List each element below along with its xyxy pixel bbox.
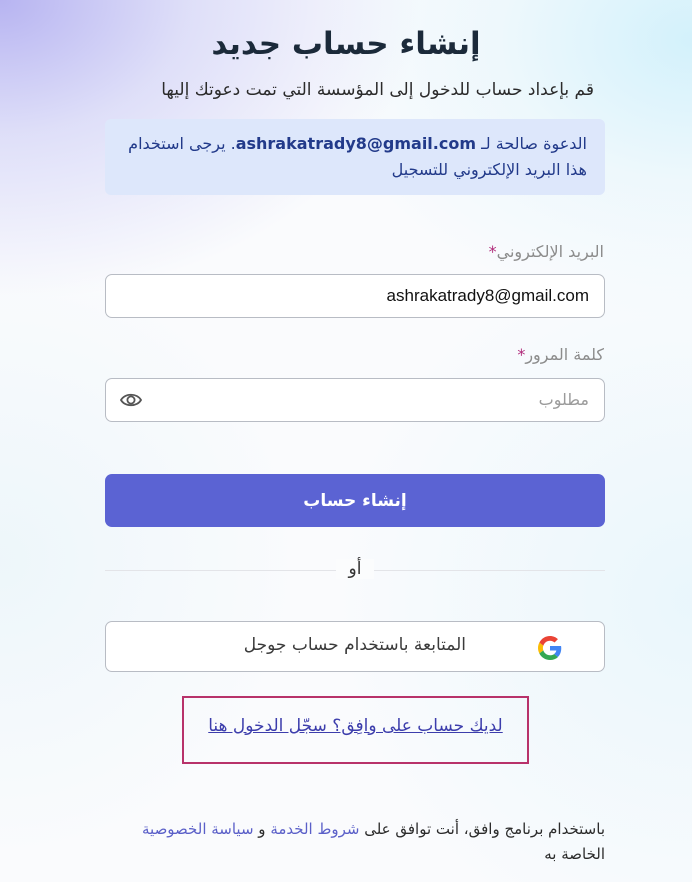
privacy-link[interactable]: سياسة الخصوصية (142, 820, 254, 838)
password-label: كلمة المرور* (517, 345, 604, 364)
page-title: إنشاء حساب جديد (211, 26, 481, 62)
eye-icon[interactable] (119, 389, 143, 411)
google-button-label: المتابعة باستخدام حساب جوجل (243, 635, 466, 655)
required-mark: * (488, 242, 497, 261)
email-field[interactable]: ashrakatrady8@gmail.com (105, 274, 605, 318)
or-label: أو (336, 559, 374, 579)
email-label: البريد الإلكتروني* (489, 242, 604, 261)
invite-prefix: الدعوة صالحة لـ (476, 134, 587, 153)
create-account-button[interactable]: إنشاء حساب (105, 474, 605, 527)
terms-footer: باستخدام برنامج وافق، أنت توافق على شروط… (100, 817, 605, 867)
invite-notice: الدعوة صالحة لـ ashrakatrady8@gmail.com.… (105, 119, 605, 195)
invite-notice-text: الدعوة صالحة لـ ashrakatrady8@gmail.com.… (117, 131, 587, 183)
email-label-text: البريد الإلكتروني (496, 242, 604, 261)
password-placeholder: مطلوب (538, 390, 589, 409)
invite-email: ashrakatrady8@gmail.com (235, 134, 477, 153)
google-icon (538, 636, 562, 660)
page-subtitle: قم بإعداد حساب للدخول إلى المؤسسة التي ت… (161, 80, 594, 100)
footer-conj: و (253, 820, 271, 838)
login-link[interactable]: لديك حساب على وافِق؟ سجّل الدخول هنا (184, 716, 527, 736)
footer-prefix: باستخدام برنامج وافق، أنت توافق على (359, 820, 605, 838)
footer-suffix: الخاصة به (544, 845, 605, 863)
terms-link[interactable]: شروط الخدمة (270, 820, 359, 838)
password-field[interactable]: مطلوب (105, 378, 605, 422)
google-signin-button[interactable]: المتابعة باستخدام حساب جوجل (105, 621, 605, 672)
password-label-text: كلمة المرور (525, 345, 604, 364)
login-link-container: لديك حساب على وافِق؟ سجّل الدخول هنا (182, 696, 529, 764)
email-field-value: ashrakatrady8@gmail.com (386, 286, 589, 305)
